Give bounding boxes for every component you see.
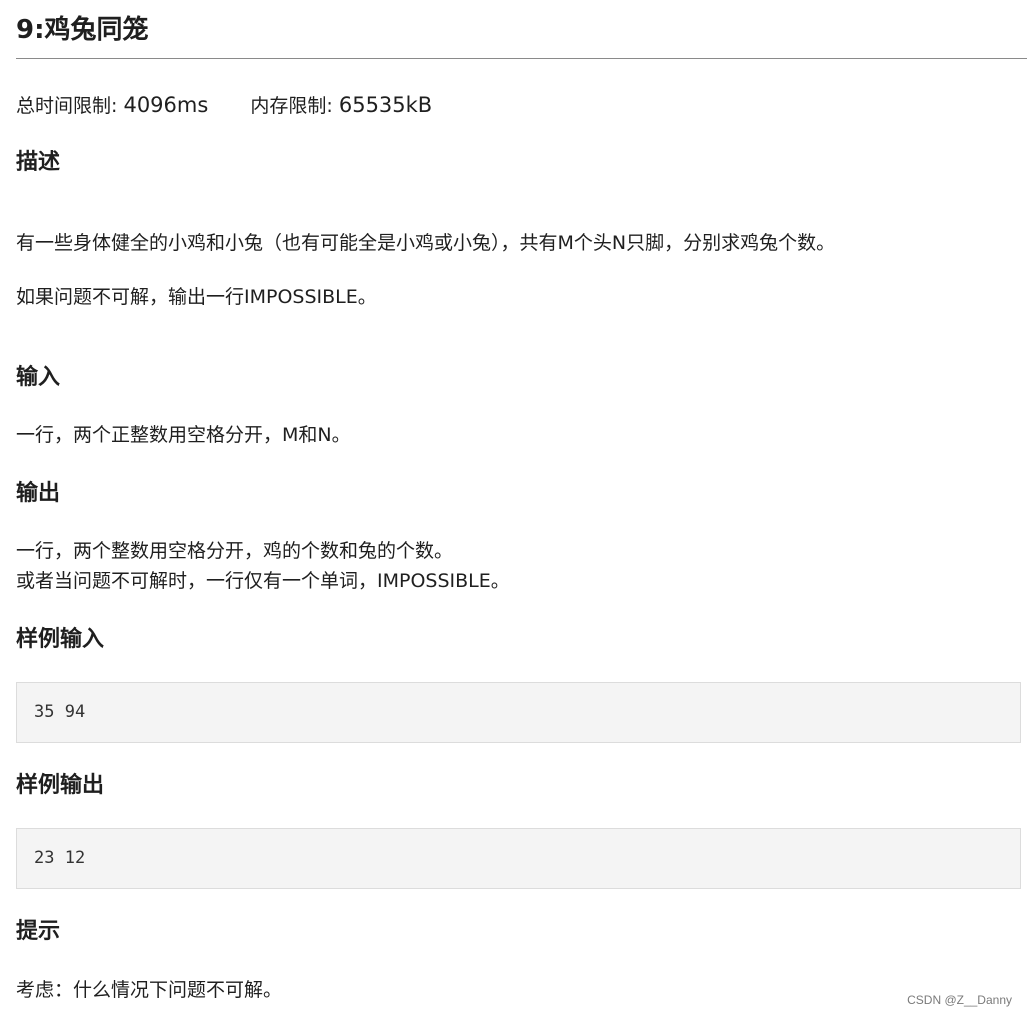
output-line-1: 一行，两个整数用空格分开，鸡的个数和兔的个数。: [16, 540, 454, 562]
watermark: CSDN @Z__Danny: [907, 993, 1012, 1007]
page-title: 9:鸡兔同笼: [16, 0, 1027, 59]
memory-limit-value: 65535kB: [338, 93, 433, 117]
description-line-1: 有一些身体健全的小鸡和小兔（也有可能全是小鸡或小兔），共有M个头N只脚，分别求鸡…: [16, 232, 836, 254]
description-heading: 描述: [16, 150, 61, 175]
input-line-1: 一行，两个正整数用空格分开，M和N。: [16, 424, 351, 446]
sample-input-code: 35 94: [16, 682, 1021, 743]
problem-page: 9:鸡兔同笼 总时间限制: 4096ms 内存限制: 65535kB 描述 有一…: [16, 0, 1027, 1001]
time-limit-label: 总时间限制:: [16, 95, 118, 117]
description-line-2: 如果问题不可解，输出一行IMPOSSIBLE。: [16, 286, 377, 308]
limits-row: 总时间限制: 4096ms 内存限制: 65535kB: [16, 92, 432, 119]
hint-line-1: 考虑：什么情况下问题不可解。: [16, 979, 283, 1001]
input-heading: 输入: [16, 365, 61, 390]
sample-output-heading: 样例输出: [16, 773, 105, 798]
output-heading: 输出: [16, 481, 61, 506]
sample-input-heading: 样例输入: [16, 627, 105, 652]
memory-limit-label: 内存限制:: [250, 95, 333, 117]
time-limit-value: 4096ms: [123, 93, 209, 117]
output-line-2: 或者当问题不可解时，一行仅有一个单词，IMPOSSIBLE。: [16, 570, 510, 592]
hint-heading: 提示: [16, 919, 61, 944]
sample-output-code: 23 12: [16, 828, 1021, 889]
